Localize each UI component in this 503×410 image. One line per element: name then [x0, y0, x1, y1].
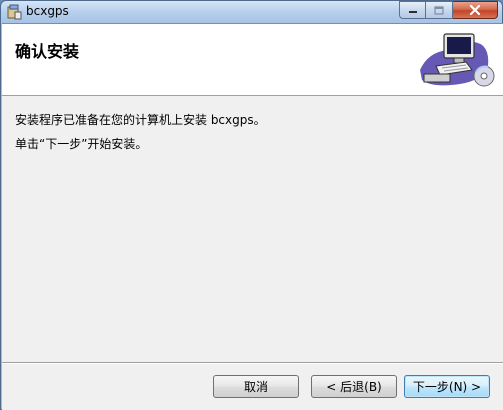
- cancel-button[interactable]: 取消: [213, 375, 299, 398]
- close-icon: [469, 5, 481, 15]
- installer-app-icon: [7, 4, 22, 20]
- computer-setup-icon: [420, 33, 495, 87]
- dialog-client-area: 确认安装 安装程序已准备在您的计算机上安装 bcxgps。 单击“下一步”开始安…: [2, 23, 503, 410]
- title-bar[interactable]: bcxgps: [1, 1, 502, 23]
- install-ready-message: 安装程序已准备在您的计算机上安装 bcxgps。: [15, 113, 266, 127]
- minimize-icon: [408, 11, 417, 13]
- maximize-button[interactable]: [426, 1, 453, 19]
- page-title: 确认安装: [15, 42, 80, 61]
- header-banner: 确认安装: [2, 24, 503, 96]
- click-next-instruction: 单击“下一步”开始安装。: [15, 137, 148, 151]
- next-button[interactable]: 下一步(N) >: [404, 375, 490, 398]
- maximize-icon: [434, 5, 444, 15]
- window-title: bcxgps: [26, 4, 69, 18]
- footer-divider: [2, 362, 503, 364]
- back-button[interactable]: < 后退(B): [311, 375, 397, 398]
- minimize-button[interactable]: [399, 1, 426, 19]
- close-button[interactable]: [453, 1, 498, 19]
- installer-window: bcxgps 确认安装 安装程序已准备在您的计算机上安装 bcxgps。 单击“…: [0, 0, 503, 410]
